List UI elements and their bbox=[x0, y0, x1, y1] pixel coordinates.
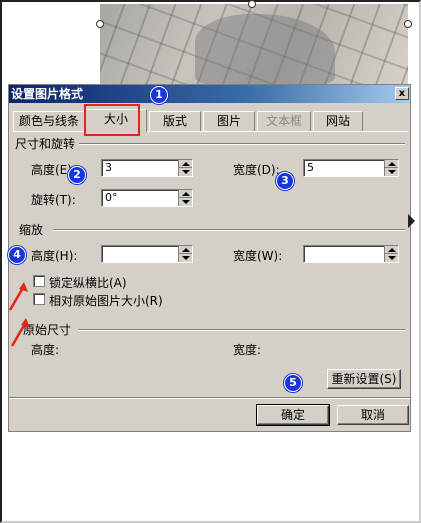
dialog-titlebar[interactable]: 设置图片格式 x bbox=[9, 85, 410, 103]
scale-width-label: 宽度(W): bbox=[233, 249, 283, 263]
close-button[interactable]: x bbox=[395, 87, 409, 100]
scale-height-spinner[interactable] bbox=[178, 246, 192, 262]
separator bbox=[53, 229, 405, 231]
lock-aspect-label: 锁定纵横比(A) bbox=[49, 276, 127, 290]
step-marker-3: 3 bbox=[276, 172, 294, 190]
rotate-label: 旋转(T): bbox=[31, 193, 76, 207]
section-scale: 缩放 bbox=[19, 223, 44, 237]
dialog-title: 设置图片格式 bbox=[11, 87, 84, 101]
rotate-value: 0° bbox=[105, 191, 118, 204]
width-label: 宽度(D): bbox=[233, 163, 280, 177]
relative-original-label: 相对原始图片大小(R) bbox=[49, 294, 163, 308]
tab-web[interactable]: 网站 bbox=[313, 111, 363, 131]
step-marker-1: 1 bbox=[150, 86, 168, 104]
highlight-box bbox=[84, 104, 140, 136]
step-marker-2: 2 bbox=[68, 166, 86, 184]
resize-handle-left[interactable] bbox=[96, 20, 104, 28]
step-marker-4: 4 bbox=[8, 246, 26, 264]
scale-width-spinner[interactable] bbox=[384, 246, 398, 262]
separator bbox=[79, 329, 405, 331]
red-arrows-icon bbox=[8, 282, 30, 347]
height-value: 3 bbox=[105, 161, 112, 174]
tab-colors-lines[interactable]: 颜色与线条 bbox=[13, 111, 85, 131]
width-value: 5 bbox=[307, 161, 314, 174]
reset-button[interactable]: 重新设置(S) bbox=[327, 369, 401, 389]
tab-layout[interactable]: 版式 bbox=[149, 111, 201, 131]
scale-height-input[interactable] bbox=[101, 245, 193, 263]
selected-image[interactable] bbox=[100, 4, 408, 84]
width-spinner[interactable] bbox=[384, 160, 398, 176]
caret-right-icon bbox=[408, 214, 415, 228]
resize-handle-right[interactable] bbox=[404, 20, 412, 28]
tab-picture[interactable]: 图片 bbox=[203, 111, 255, 131]
step-marker-5: 5 bbox=[284, 374, 302, 392]
scale-width-input[interactable] bbox=[303, 245, 399, 263]
format-picture-dialog: 设置图片格式 x 颜色与线条 大小 版式 图片 文本框 网站 尺寸和旋转 高度(… bbox=[8, 84, 411, 432]
width-input[interactable]: 5 bbox=[303, 159, 399, 177]
cancel-button[interactable]: 取消 bbox=[337, 405, 409, 425]
original-width-label: 宽度: bbox=[233, 343, 262, 357]
tab-textbox[interactable]: 文本框 bbox=[257, 111, 311, 131]
height-spinner[interactable] bbox=[178, 160, 192, 176]
separator bbox=[79, 143, 405, 145]
tab-divider bbox=[13, 131, 408, 132]
resize-handle-top[interactable] bbox=[248, 0, 256, 8]
scale-height-label: 高度(H): bbox=[31, 249, 78, 263]
ok-button[interactable]: 确定 bbox=[256, 404, 330, 426]
rotate-input[interactable]: 0° bbox=[101, 189, 193, 207]
image-shadow bbox=[195, 14, 335, 84]
height-input[interactable]: 3 bbox=[101, 159, 193, 177]
section-size-rotate: 尺寸和旋转 bbox=[15, 137, 76, 151]
rotate-spinner[interactable] bbox=[178, 190, 192, 206]
footer-divider bbox=[9, 397, 410, 399]
